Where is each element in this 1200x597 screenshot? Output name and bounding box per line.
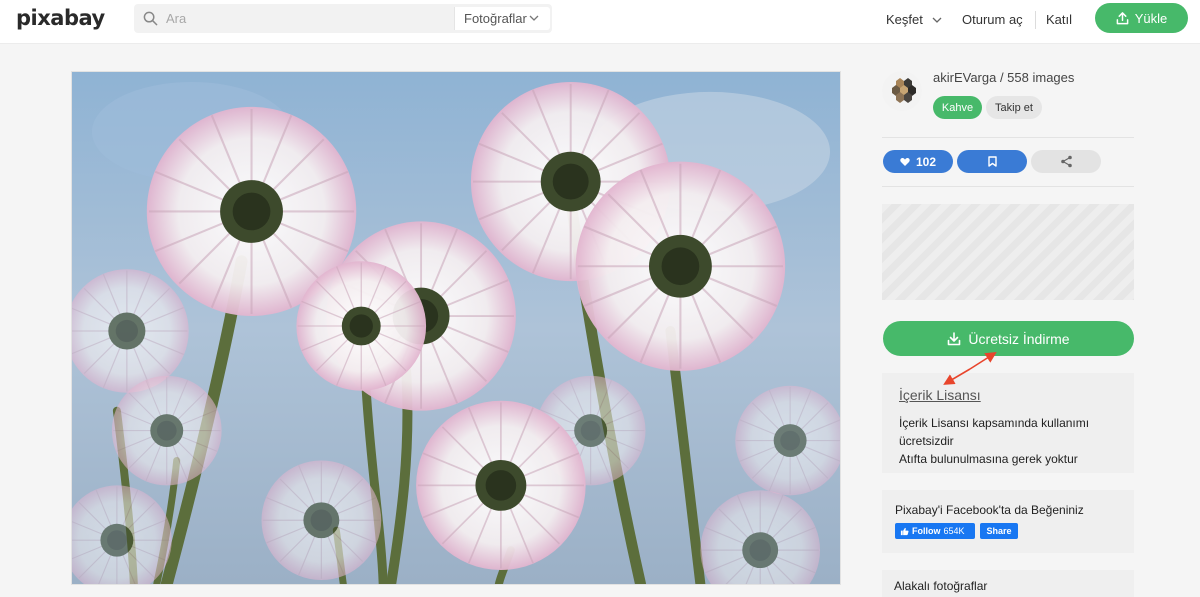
ad-placeholder <box>882 204 1134 300</box>
facebook-follow-count: 654K <box>943 526 965 536</box>
facebook-share-button[interactable]: Share <box>980 523 1018 539</box>
search-type-dropdown[interactable]: Fotoğraflar <box>454 7 550 30</box>
author-name[interactable]: akirEVarga / 558 images <box>933 70 1074 85</box>
share-button[interactable] <box>1031 150 1101 173</box>
facebook-like-icon <box>900 527 909 535</box>
nav-explore-label: Keşfet <box>886 12 923 27</box>
license-link[interactable]: İçerik Lisansı <box>899 387 1134 403</box>
facebook-panel: Pixabay'i Facebook'ta da Beğeniniz Follo… <box>882 490 1134 553</box>
search-icon[interactable] <box>143 11 158 26</box>
upload-button[interactable]: Yükle <box>1095 3 1188 33</box>
follow-button[interactable]: Takip et <box>986 96 1042 119</box>
bookmark-icon <box>987 156 997 167</box>
nav-login[interactable]: Oturum aç <box>962 12 1023 27</box>
download-icon <box>948 331 961 345</box>
coffee-button[interactable]: Kahve <box>933 96 982 119</box>
upload-label: Yükle <box>1134 10 1168 26</box>
free-download-button[interactable]: Ücretsiz İndirme <box>883 321 1134 356</box>
pixabay-logo[interactable]: pixabay <box>16 6 105 30</box>
chevron-down-icon <box>933 17 942 23</box>
heart-icon <box>900 157 910 166</box>
avatar[interactable] <box>882 71 922 111</box>
facebook-panel-title: Pixabay'i Facebook'ta da Beğeniniz <box>895 503 1084 517</box>
download-label: Ücretsiz İndirme <box>968 330 1070 347</box>
nav-join[interactable]: Katıl <box>1046 12 1072 27</box>
daisy-flowers-image <box>72 72 840 584</box>
like-button[interactable]: 102 <box>883 150 953 173</box>
search-bar: Fotoğraflar <box>134 4 552 33</box>
facebook-follow-button[interactable]: Follow 654K <box>895 523 975 539</box>
related-photos-title: Alakalı fotoğraflar <box>894 579 988 593</box>
search-type-label: Fotoğraflar <box>464 11 527 26</box>
nav-divider <box>1035 11 1036 29</box>
like-count: 102 <box>915 154 937 169</box>
nav-explore[interactable]: Keşfet <box>886 12 942 27</box>
license-text-line1: İçerik Lisansı kapsamında kullanımı ücre… <box>899 416 1090 448</box>
chevron-down-icon <box>529 15 539 21</box>
upload-icon <box>1116 11 1129 24</box>
license-panel: İçerik Lisansı İçerik Lisansı kapsamında… <box>882 373 1134 473</box>
top-bar: pixabay Fotoğraflar Keşfet Oturum aç Kat… <box>0 0 1200 44</box>
divider <box>882 186 1134 187</box>
related-photos-panel: Alakalı fotoğraflar <box>882 570 1134 597</box>
license-text-line2: Atıfta bulunulmasına gerek yoktur <box>899 452 1078 466</box>
hexagon-avatar-image <box>892 78 916 103</box>
divider <box>882 137 1134 138</box>
facebook-follow-label: Follow <box>912 526 941 536</box>
search-input[interactable] <box>166 8 446 29</box>
share-icon <box>1060 155 1072 168</box>
main-photo[interactable] <box>71 71 841 585</box>
bookmark-button[interactable] <box>957 150 1027 173</box>
